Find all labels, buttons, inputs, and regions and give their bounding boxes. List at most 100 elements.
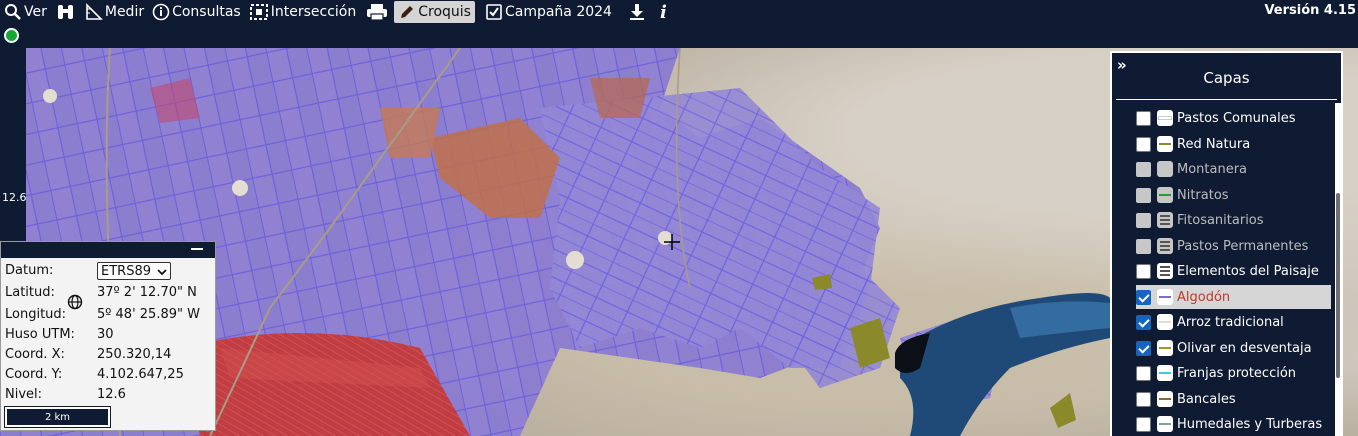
connection-status-indicator: [4, 28, 19, 43]
layer-item[interactable]: Red Natura: [1136, 132, 1331, 156]
campana-button[interactable]: Campaña 2024: [481, 0, 616, 24]
layer-legend-icon: [1157, 161, 1173, 177]
coord-y-value: 4.102.647,25: [97, 367, 184, 382]
longitude-label: Longitud:: [5, 307, 67, 322]
scrollbar-thumb[interactable]: [1336, 193, 1340, 378]
zoom-level-strip: 12.6: [0, 48, 27, 243]
minimize-icon[interactable]: [191, 248, 203, 250]
layer-name: Arroz tradicional: [1177, 314, 1284, 330]
layer-checkbox[interactable]: [1136, 136, 1151, 152]
layer-checkbox[interactable]: [1136, 416, 1151, 432]
info-circle-icon: [152, 3, 170, 21]
campana-label: Campaña 2024: [504, 4, 612, 20]
layer-checkbox[interactable]: [1136, 340, 1151, 356]
layer-item[interactable]: Montanera: [1136, 157, 1331, 181]
layer-name: Fitosanitarios: [1177, 212, 1264, 228]
layer-checkbox[interactable]: [1136, 289, 1151, 305]
layer-item[interactable]: Fitosanitarios: [1136, 208, 1331, 232]
coord-x-value: 250.320,14: [97, 347, 172, 362]
layer-item[interactable]: Algodón: [1136, 285, 1331, 309]
layer-name: Nitratos: [1177, 187, 1229, 203]
coord-x-label: Coord. X:: [5, 347, 65, 362]
layer-checkbox[interactable]: [1136, 365, 1151, 381]
layer-name: Pastos Comunales: [1177, 110, 1296, 126]
croquis-label: Croquis: [418, 4, 471, 20]
coordinates-panel-header: [1, 242, 215, 258]
medir-button[interactable]: Medir: [81, 0, 148, 24]
checkbox-icon: [486, 4, 502, 20]
longitude-value: 5º 48' 25.89" W: [97, 307, 200, 322]
layers-panel-title: Capas: [1203, 69, 1250, 87]
datum-label: Datum:: [5, 263, 54, 278]
ver-label: Ver: [24, 4, 47, 20]
layer-checkbox[interactable]: [1136, 238, 1151, 254]
layer-name: Red Natura: [1177, 136, 1251, 152]
main-toolbar: Ver Medir Consultas Intersección Croquis…: [0, 0, 1358, 24]
datum-value: ETRS89: [101, 263, 151, 279]
layer-legend-icon: [1157, 340, 1173, 356]
consultas-button[interactable]: Consultas: [148, 0, 245, 24]
datum-select[interactable]: ETRS89: [97, 262, 171, 280]
layer-checkbox[interactable]: [1136, 110, 1151, 126]
layer-checkbox[interactable]: [1136, 187, 1151, 203]
croquis-button[interactable]: Croquis: [394, 1, 475, 23]
layer-legend-icon: [1157, 289, 1173, 305]
latitude-label: Latitud:: [5, 285, 55, 300]
layer-legend-icon: [1157, 212, 1173, 228]
layer-name: Humedales y Turberas: [1177, 416, 1323, 432]
layer-item[interactable]: Bancales: [1136, 387, 1331, 411]
interseccion-label: Intersección: [270, 4, 357, 20]
layer-item[interactable]: Nitratos: [1136, 183, 1331, 207]
layer-name: Algodón: [1177, 289, 1231, 305]
layer-item[interactable]: Humedales y Turberas: [1136, 412, 1331, 436]
layer-checkbox[interactable]: [1136, 212, 1151, 228]
globe-icon[interactable]: [67, 294, 83, 310]
coordinates-panel: Datum: ETRS89 Latitud: 37º 2' 12.70" N L…: [0, 241, 216, 431]
layer-name: Elementos del Paisaje: [1177, 263, 1319, 279]
layer-item[interactable]: Pastos Permanentes: [1136, 234, 1331, 258]
layer-checkbox[interactable]: [1136, 314, 1151, 330]
download-button[interactable]: [624, 0, 650, 24]
layer-item[interactable]: Elementos del Paisaje: [1136, 259, 1331, 283]
layer-legend-icon: [1157, 416, 1173, 432]
print-button[interactable]: [360, 0, 394, 24]
coord-y-label: Coord. Y:: [5, 367, 63, 382]
layer-item[interactable]: Franjas protección: [1136, 361, 1331, 385]
consultas-label: Consultas: [172, 4, 241, 20]
layer-legend-icon: [1157, 314, 1173, 330]
layer-name: Franjas protección: [1177, 365, 1297, 381]
huso-label: Huso UTM:: [5, 327, 75, 342]
layer-item[interactable]: Arroz tradicional: [1136, 310, 1331, 334]
layers-panel: » Capas Pastos Comunales Red Natura Montan…: [1110, 51, 1343, 436]
layer-name: Olivar en desventaja: [1177, 340, 1312, 356]
ver-button[interactable]: Ver: [0, 0, 51, 24]
layer-checkbox[interactable]: [1136, 161, 1151, 177]
italic-info-icon: i: [659, 1, 667, 23]
huso-value: 30: [97, 327, 114, 342]
layer-legend-icon: [1157, 365, 1173, 381]
about-button[interactable]: i: [656, 0, 671, 24]
scale-bar: 2 km: [4, 406, 111, 428]
layer-checkbox[interactable]: [1136, 263, 1151, 279]
ruler-icon: [86, 3, 103, 20]
print-icon: [367, 4, 388, 21]
status-bar: [0, 24, 1358, 48]
layer-item[interactable]: Olivar en desventaja: [1136, 336, 1331, 360]
layer-legend-icon: [1157, 110, 1173, 126]
nivel-label: Nivel:: [5, 387, 43, 402]
download-icon: [629, 4, 644, 20]
pencil-icon: [401, 6, 414, 18]
nivel-value: 12.6: [97, 387, 126, 402]
layer-checkbox[interactable]: [1136, 391, 1151, 407]
binoculars-icon: [57, 5, 73, 19]
layer-name: Montanera: [1177, 161, 1248, 177]
layer-name: Pastos Permanentes: [1177, 238, 1309, 254]
divider: [1116, 99, 1337, 100]
app-window: Ver Medir Consultas Intersección Croquis…: [0, 0, 1358, 436]
search-icon: [5, 4, 21, 20]
layer-name: Bancales: [1177, 391, 1236, 407]
layer-legend-icon: [1157, 136, 1173, 152]
binoculars-button[interactable]: [51, 0, 81, 24]
interseccion-button[interactable]: Intersección: [245, 0, 361, 24]
layer-item[interactable]: Pastos Comunales: [1136, 106, 1331, 130]
